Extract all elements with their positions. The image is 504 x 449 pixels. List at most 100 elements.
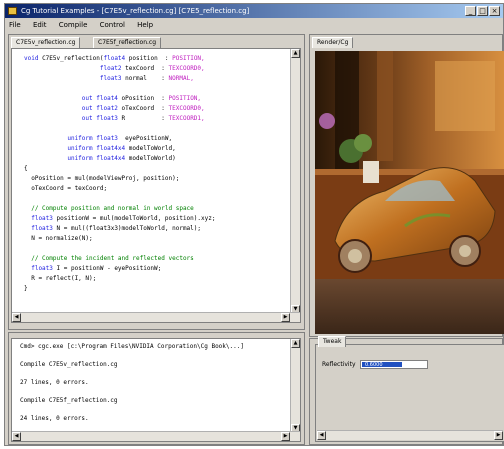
tweak-scroll-right-button[interactable]: ▶ [494, 431, 503, 440]
code-line: uniform float4x4 modelToWorld, [24, 145, 176, 152]
minimize-button[interactable]: _ [465, 6, 476, 16]
title-bar: Cg Tutorial Examples - [C7E5v_reflection… [5, 4, 503, 18]
code-token: POSITION, [168, 95, 202, 102]
menu-control[interactable]: Control [96, 19, 131, 31]
app-icon [8, 7, 17, 15]
maximize-button[interactable]: □ [477, 6, 488, 16]
code-line: out float2 oTexCoord : TEXCOORD0, [24, 105, 205, 112]
code-token: position : [128, 55, 173, 62]
menu-file[interactable]: File [5, 19, 27, 31]
code-token: float3 [24, 75, 126, 82]
code-token: N = mul((float3x3)modelToWorld, normal); [56, 225, 202, 232]
scroll-right-button[interactable]: ▶ [281, 313, 290, 322]
tab-tweak[interactable]: Tweak [318, 336, 347, 347]
code-token: normal : [125, 75, 169, 82]
code-token: NORMAL, [168, 75, 194, 82]
code-token: void [24, 55, 43, 62]
code-token: } [24, 285, 28, 292]
menu-compile[interactable]: Compile [55, 19, 94, 31]
code-line: // Compute the incident and reflected ve… [24, 255, 194, 262]
code-token: POSITION, [172, 55, 205, 62]
output-line: Compile C7E5v_reflection.cg [20, 361, 118, 368]
code-token: out float3 [24, 115, 122, 122]
code-token: R : [121, 115, 169, 122]
menu-help[interactable]: Help [133, 19, 159, 31]
reflectivity-slider[interactable]: 0.6000 [360, 360, 428, 369]
code-line: uniform float3 eyePositionW, [24, 135, 172, 142]
output-scroll-right-button[interactable]: ▶ [281, 432, 290, 441]
code-line: uniform float4x4 modelToWorld) [24, 155, 176, 162]
code-token: modelToWorld) [128, 155, 176, 162]
code-token: float3 [24, 215, 57, 222]
output-scroll-left-button[interactable]: ◀ [12, 432, 21, 441]
code-token: float3 [24, 265, 57, 272]
code-token: { [24, 165, 28, 172]
code-token: uniform float3 [24, 135, 126, 142]
code-token: C7E5v_reflection( [42, 55, 104, 62]
code-token: float2 [24, 65, 126, 72]
code-token: TEXCOORD0, [168, 65, 205, 72]
code-token: TEXCOORD1, [168, 115, 205, 122]
slider-fill: 0.6000 [362, 362, 402, 368]
menu-edit[interactable]: Edit [29, 19, 53, 31]
app-window: Cg Tutorial Examples - [C7E5v_reflection… [4, 3, 504, 446]
scroll-up-button[interactable]: ▲ [291, 49, 300, 58]
menu-bar: File Edit Compile Control Help [5, 19, 503, 31]
code-line: { [24, 165, 28, 172]
tab-vertex-program[interactable]: C7E5v_reflection.cg [11, 37, 81, 48]
code-line: N = normalize(N); [24, 235, 93, 242]
close-button[interactable]: × [489, 6, 500, 16]
code-token: out float4 [24, 95, 122, 102]
editor-horizontal-scrollbar[interactable]: ◀ ▶ [12, 312, 300, 322]
code-token: oTexCoord : [121, 105, 169, 112]
code-token: modelToWorld, [128, 145, 176, 152]
code-token: oPosition : [121, 95, 169, 102]
code-token: oPosition = mul(modelViewProj, position)… [24, 175, 180, 182]
code-line: oPosition = mul(modelViewProj, position)… [24, 175, 179, 182]
code-line: float3 I = positionW - eyePositionW; [24, 265, 161, 272]
code-line: R = reflect(I, N); [24, 275, 96, 282]
slider-value: 0.6000 [365, 362, 383, 368]
tweak-scroll-left-button[interactable]: ◀ [317, 431, 326, 440]
code-token: R = reflect(I, N); [24, 275, 97, 282]
output-scroll-up-button[interactable]: ▲ [291, 339, 300, 348]
code-line: float3 positionW = mul(modelToWorld, pos… [24, 215, 215, 222]
code-line: void C7E5v_reflection(float4 position : … [24, 55, 205, 62]
code-line: out float3 R : TEXCOORD1, [24, 115, 205, 122]
output-horizontal-scrollbar[interactable]: ◀ ▶ [12, 431, 300, 441]
output-line: 27 lines, 0 errors. [20, 379, 89, 386]
code-token: positionW = mul(modelToWorld, position).… [56, 215, 216, 222]
code-token: out float2 [24, 105, 122, 112]
code-token: texCoord : [125, 65, 169, 72]
code-line: float3 N = mul((float3x3)modelToWorld, n… [24, 225, 201, 232]
slider-label: Reflectivity [322, 361, 356, 368]
code-token: float3 [24, 225, 57, 232]
code-token: uniform float4x4 [24, 145, 129, 152]
code-line: } [24, 285, 28, 292]
code-line: // Compute position and normal in world … [24, 205, 194, 212]
code-line: float3 normal : NORMAL, [24, 75, 194, 82]
code-line: oTexCoord = texCoord; [24, 185, 107, 192]
output-line: Compile C7E5f_reflection.cg [20, 397, 118, 404]
tab-fragment-program[interactable]: C7E5f_reflection.cg [93, 37, 162, 48]
output-line: Cmd> cgc.exe [c:\Program Files\NVIDIA Co… [20, 343, 244, 350]
window-title: Cg Tutorial Examples - [C7E5v_reflection… [21, 7, 250, 15]
code-token: I = positionW - eyePositionW; [56, 265, 162, 272]
code-token: TEXCOORD0, [168, 105, 205, 112]
code-token: uniform float4x4 [24, 155, 129, 162]
tab-render[interactable]: Render/Cg [312, 37, 354, 48]
code-token: // Compute the incident and reflected ve… [24, 255, 194, 262]
render-viewport[interactable] [315, 51, 504, 334]
code-token: eyePositionW, [125, 135, 173, 142]
tweak-horizontal-scrollbar[interactable]: ◀ ▶ [317, 430, 503, 440]
output-log[interactable]: Cmd> cgc.exe [c:\Program Files\NVIDIA Co… [11, 338, 301, 442]
rendered-scene [315, 51, 504, 334]
output-vertical-scrollbar[interactable]: ▲ ▼ [290, 339, 300, 433]
code-token: N = normalize(N); [24, 235, 93, 242]
scroll-left-button[interactable]: ◀ [12, 313, 21, 322]
code-editor[interactable]: void C7E5v_reflection(float4 position : … [11, 48, 301, 323]
code-token: float4 [103, 55, 129, 62]
editor-vertical-scrollbar[interactable]: ▲ ▼ [290, 49, 300, 314]
output-line: 24 lines, 0 errors. [20, 415, 89, 422]
code-token: // Compute position and normal in world … [24, 205, 194, 212]
